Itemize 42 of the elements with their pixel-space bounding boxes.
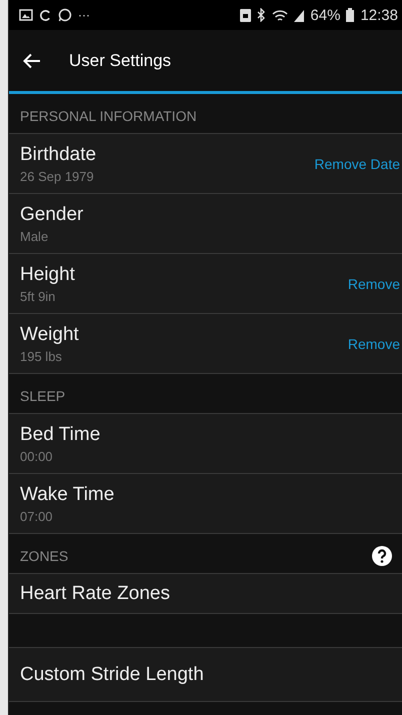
remove-link[interactable]: Remove <box>348 276 400 292</box>
remove-link[interactable]: Remove <box>348 336 400 352</box>
settings-row[interactable]: Gender Male <box>9 194 402 254</box>
remove-link[interactable]: Remove Date <box>314 156 400 172</box>
settings-row[interactable]: Weight 195 lbs Remove <box>9 314 402 374</box>
setting-value: 5ft 9in <box>20 288 56 304</box>
screen-title: User Settings <box>69 50 172 70</box>
setting-name: Gender <box>20 204 84 226</box>
setting-name: Weight <box>20 324 79 346</box>
bluetooth-icon <box>257 8 266 22</box>
section-title: PERSONAL INFORMATION <box>20 108 197 124</box>
chat-icon <box>58 8 72 22</box>
setting-name: Height <box>20 264 75 286</box>
setting-value: 195 lbs <box>20 348 63 364</box>
settings-row[interactable]: Birthdate 26 Sep 1979 Remove Date <box>9 134 402 194</box>
battery-percent: 64% <box>310 6 340 24</box>
wifi-icon <box>272 8 288 22</box>
setting-value: 00:00 <box>20 448 54 464</box>
settings-row[interactable]: Bed Time 00:00 <box>9 414 402 474</box>
setting-name: Heart Rate Zones <box>20 582 170 604</box>
section-title: ZONES <box>20 548 68 564</box>
battery-icon <box>346 8 354 22</box>
image-icon <box>19 9 33 21</box>
sync-icon <box>39 8 52 22</box>
setting-name: Custom Stride Length <box>20 664 204 686</box>
settings-row[interactable]: Heart Rate Zones <box>9 574 402 614</box>
setting-name: Bed Time <box>20 424 100 446</box>
back-arrow-icon[interactable] <box>23 52 41 68</box>
setting-name: Birthdate <box>20 144 96 166</box>
setting-value: Male <box>20 228 50 244</box>
settings-row[interactable]: Height 5ft 9in Remove <box>9 254 402 314</box>
setting-value: 26 Sep 1979 <box>20 168 95 184</box>
setting-name: Wake Time <box>20 484 114 506</box>
lock-icon <box>240 8 252 22</box>
help-icon[interactable] <box>372 546 392 566</box>
section-title: SLEEP <box>20 388 66 404</box>
signal-icon <box>294 8 304 22</box>
clock-time: 12:38 <box>360 6 398 24</box>
more-notifications: ··· <box>78 8 90 22</box>
settings-row[interactable]: Custom Stride Length <box>9 648 402 702</box>
setting-value: 07:00 <box>20 508 54 524</box>
settings-row[interactable]: Wake Time 07:00 <box>9 474 402 534</box>
